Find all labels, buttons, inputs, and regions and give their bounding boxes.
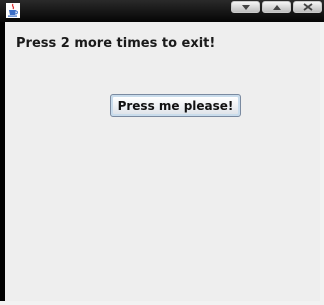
- window-controls: [229, 1, 322, 15]
- java-cup-icon[interactable]: [6, 3, 20, 18]
- close-button[interactable]: [293, 1, 322, 13]
- title-bar[interactable]: [0, 0, 324, 22]
- press-me-button-label: Press me please!: [113, 97, 238, 114]
- close-icon: [302, 3, 313, 11]
- press-me-button[interactable]: Press me please!: [110, 94, 241, 117]
- window-right-edge: [320, 22, 324, 305]
- minimize-button[interactable]: [231, 1, 260, 13]
- exit-countdown-label: Press 2 more times to exit!: [16, 36, 216, 51]
- content-panel: Press 2 more times to exit! Press me ple…: [5, 22, 320, 301]
- maximize-icon: [272, 4, 281, 10]
- app-window: Press 2 more times to exit! Press me ple…: [0, 0, 324, 305]
- minimize-icon: [241, 4, 250, 10]
- maximize-button[interactable]: [262, 1, 291, 13]
- window-bottom-edge: [0, 301, 324, 305]
